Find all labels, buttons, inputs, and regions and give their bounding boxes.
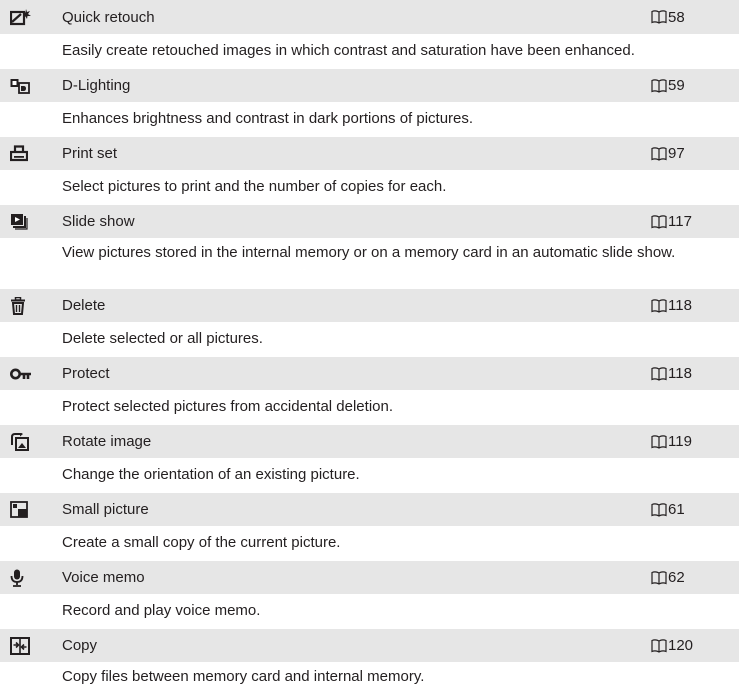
menu-item-description: Select pictures to print and the number … — [62, 178, 447, 195]
menu-item-description: View pictures stored in the internal mem… — [62, 244, 676, 261]
menu-item-description: Delete selected or all pictures. — [62, 330, 263, 347]
book-reference-icon — [651, 146, 667, 161]
menu-item-name: Copy — [62, 637, 98, 654]
menu-row-small-picture: Small picture 61 — [0, 492, 739, 526]
menu-item-description: Copy files between memory card and inter… — [62, 668, 425, 685]
page-number: 118 — [668, 297, 692, 314]
book-reference-icon — [651, 214, 667, 229]
page-reference: 120 — [639, 637, 739, 654]
menu-item-name: Voice memo — [62, 569, 145, 586]
menu-row-delete: Delete 118 — [0, 288, 739, 322]
menu-item-name: Small picture — [62, 501, 149, 518]
menu-item-description: Record and play voice memo. — [62, 602, 261, 619]
menu-item-name: Quick retouch — [62, 8, 155, 26]
book-reference-icon — [651, 78, 667, 93]
menu-item-description: Protect selected pictures from accidenta… — [62, 398, 394, 415]
menu-row-voice-memo: Voice memo 62 — [0, 560, 739, 594]
book-reference-icon — [651, 298, 667, 313]
page-number: 61 — [668, 501, 685, 518]
page-number: 58 — [668, 8, 685, 26]
book-reference-icon — [651, 638, 667, 653]
menu-item-name: Print set — [62, 145, 118, 162]
menu-row-d-lighting: D-Lighting 59 — [0, 68, 739, 102]
book-reference-icon — [651, 502, 667, 517]
page-number: 62 — [668, 569, 685, 586]
page-number: 119 — [668, 433, 692, 450]
menu-item-name: Delete — [62, 297, 106, 314]
page-number: 97 — [668, 145, 685, 162]
book-reference-icon — [651, 570, 667, 585]
copy-icon — [0, 629, 60, 663]
page-reference: 59 — [639, 77, 739, 94]
menu-item-name: Rotate image — [62, 433, 152, 450]
menu-item-name: Protect — [62, 365, 110, 382]
page-reference: 58 — [639, 9, 739, 26]
menu-row-rotate-image: Rotate image 119 — [0, 424, 739, 458]
quick-retouch-icon — [0, 0, 60, 34]
page-reference: 118 — [639, 297, 739, 314]
menu-row-quick-retouch: Quick retouch 58 — [0, 0, 739, 34]
menu-row-print-set: Print set 97 — [0, 136, 739, 170]
menu-item-description: Enhances brightness and contrast in dark… — [62, 110, 474, 127]
menu-item-description: Easily create retouched images in which … — [62, 42, 635, 59]
menu-item-name: D-Lighting — [62, 77, 131, 94]
menu-row-protect: Protect 118 — [0, 356, 739, 390]
page-reference: 62 — [639, 569, 739, 586]
page-number: 59 — [668, 77, 685, 94]
page-reference: 97 — [639, 145, 739, 162]
menu-row-slide-show: Slide show 117 — [0, 204, 739, 238]
book-reference-icon — [651, 366, 667, 381]
print-set-icon — [0, 137, 60, 171]
page-number: 117 — [668, 213, 692, 230]
page-number: 118 — [668, 365, 692, 382]
page-reference: 117 — [639, 213, 739, 230]
menu-item-description: Create a small copy of the current pictu… — [62, 534, 341, 551]
d-lighting-icon — [0, 69, 60, 103]
book-reference-icon — [651, 10, 667, 24]
slide-show-icon — [0, 205, 60, 239]
page-reference: 118 — [639, 365, 739, 382]
menu-item-description: Change the orientation of an existing pi… — [62, 466, 360, 483]
menu-item-name: Slide show — [62, 213, 135, 230]
rotate-image-icon — [0, 425, 60, 459]
small-picture-icon — [0, 493, 60, 527]
book-reference-icon — [651, 434, 667, 449]
page-reference: 61 — [639, 501, 739, 518]
page-reference: 119 — [639, 433, 739, 450]
protect-icon — [0, 357, 60, 391]
playback-menu-table: Quick retouch 58 Easily create retouched… — [0, 0, 739, 692]
delete-icon — [0, 289, 60, 323]
page-number: 120 — [668, 637, 694, 654]
voice-memo-icon — [0, 561, 60, 595]
menu-row-copy: Copy 120 — [0, 628, 739, 662]
